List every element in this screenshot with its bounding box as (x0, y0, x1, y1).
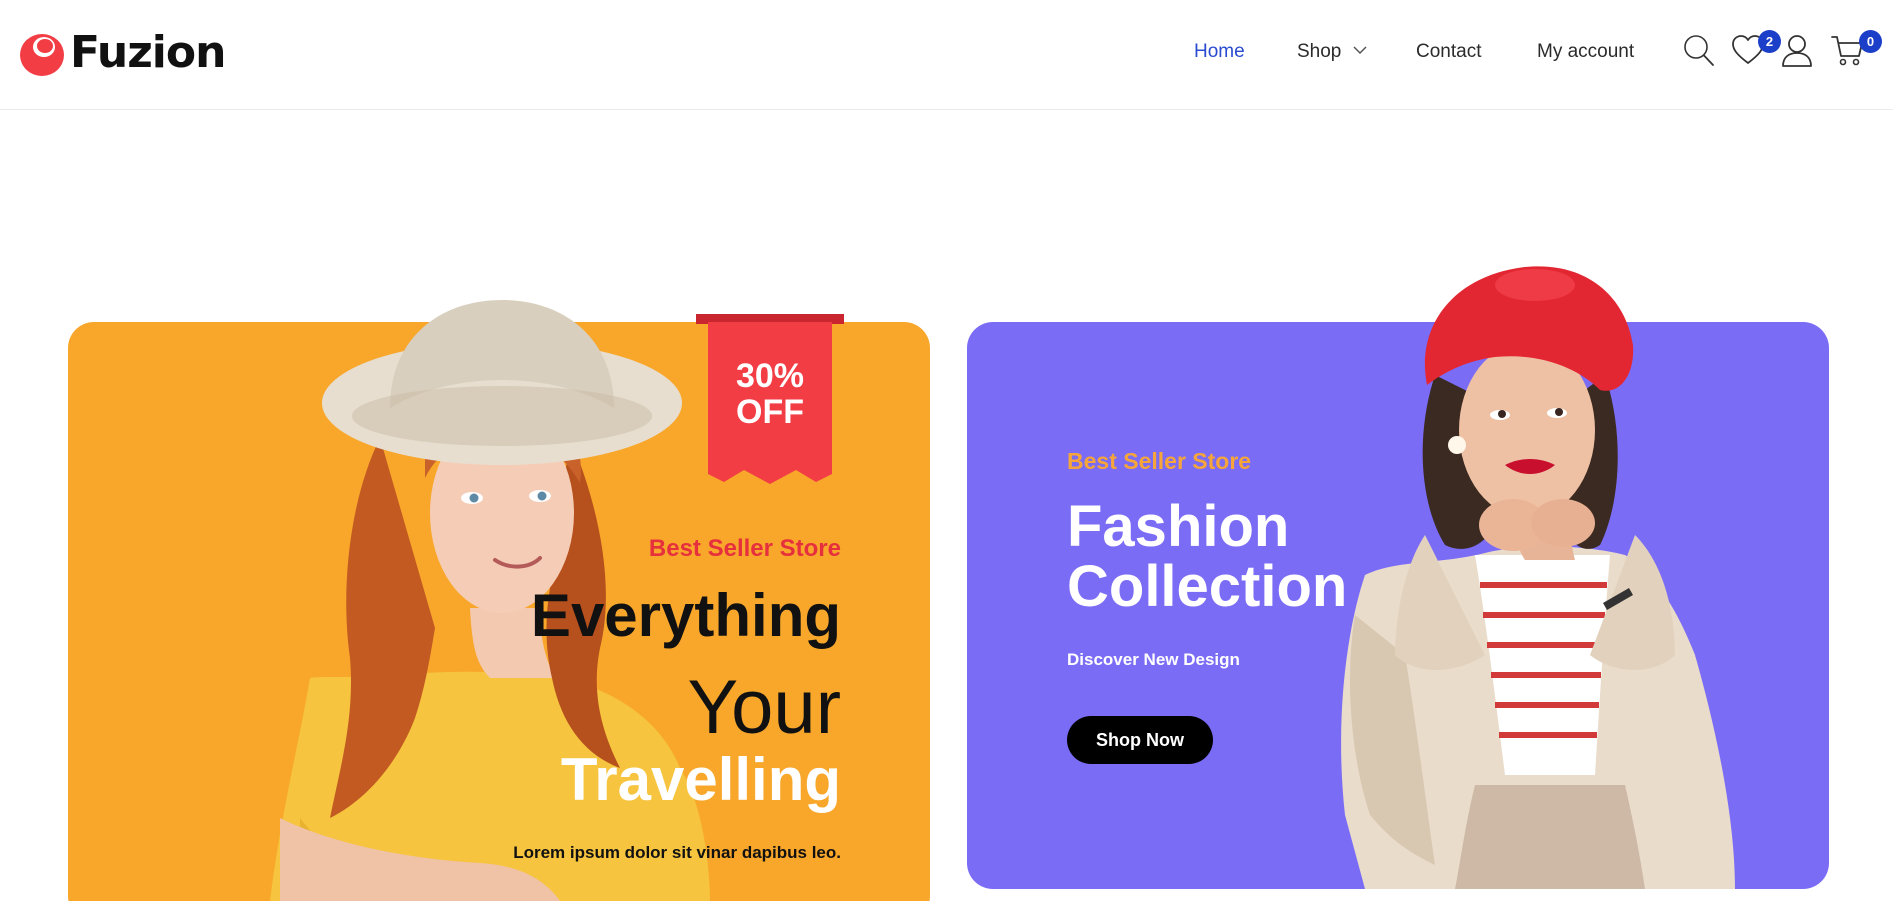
shop-now-button[interactable]: Shop Now (1067, 716, 1213, 764)
nav-home[interactable]: Home (1194, 41, 1245, 63)
user-icon (1782, 35, 1812, 67)
fashion-title: Fashion Collection (1067, 494, 1348, 619)
travel-subtitle: Lorem ipsum dolor sit vinar dapibus leo. (513, 843, 841, 862)
discount-label: 30% OFF (696, 358, 844, 430)
cart-count-badge: 0 (1859, 30, 1882, 53)
travel-kicker: Best Seller Store (648, 535, 841, 562)
nav-contact[interactable]: Contact (1416, 41, 1481, 63)
logo[interactable]: Fuzion (18, 27, 226, 78)
brand-name: Fuzion (70, 27, 226, 78)
chevron-down-icon (1353, 46, 1367, 55)
nav-my-account[interactable]: My account (1537, 41, 1634, 63)
fashion-subtitle: Discover New Design (1067, 650, 1240, 669)
search-button[interactable] (1683, 34, 1715, 73)
travel-headline-3: Travelling (560, 746, 841, 813)
wishlist-count-badge: 2 (1758, 30, 1781, 53)
nav-shop[interactable]: Shop (1297, 41, 1367, 63)
model-image-beret (1341, 266, 1735, 889)
fashion-kicker: Best Seller Store (1067, 448, 1252, 474)
nav-shop-label: Shop (1297, 41, 1342, 62)
travel-headline-2: Your (687, 665, 841, 750)
wishlist-button[interactable]: 2 (1731, 30, 1781, 71)
discount-off: OFF (736, 393, 804, 431)
discount-percent: 30% (735, 357, 805, 395)
site-header: Fuzion Home Shop Contact My account 2 0 (0, 0, 1893, 110)
logo-icon (18, 29, 68, 77)
account-button[interactable] (1781, 34, 1813, 73)
search-icon (1684, 35, 1714, 66)
travel-headline-1: Everything (530, 582, 841, 649)
cart-button[interactable]: 0 (1831, 30, 1882, 73)
